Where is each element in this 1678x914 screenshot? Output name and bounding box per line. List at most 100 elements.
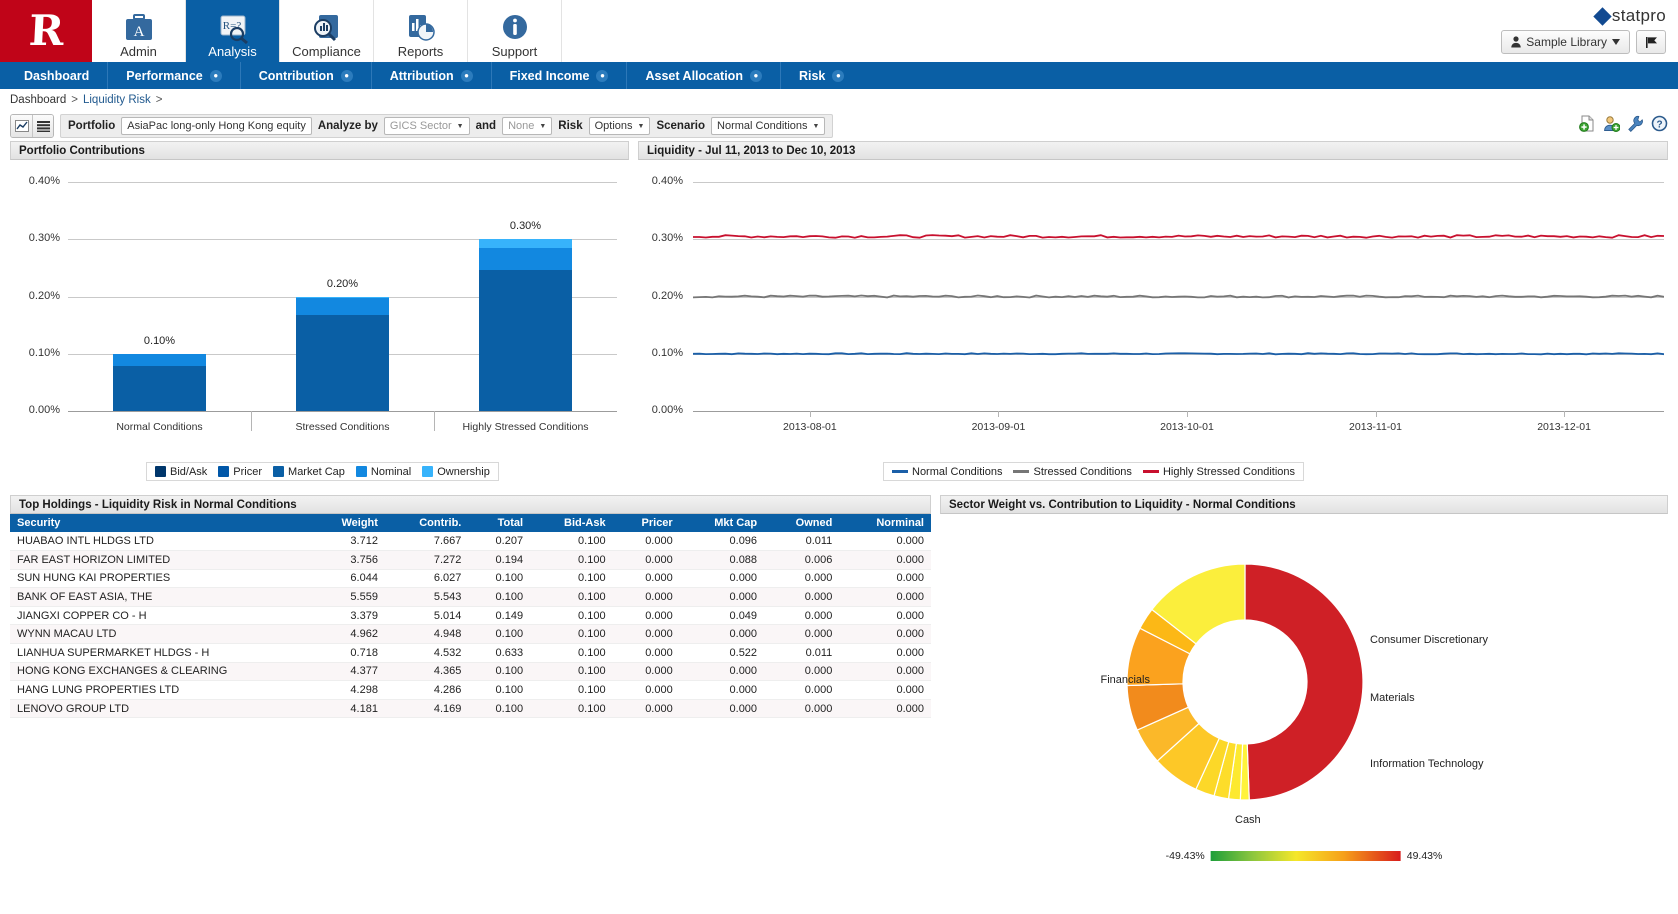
svg-text:?: ? <box>1656 119 1662 130</box>
legend-item[interactable]: Highly Stressed Conditions <box>1143 466 1295 478</box>
table-header-total[interactable]: Total <box>468 514 530 532</box>
breadcrumb-item-dashboard[interactable]: Dashboard <box>10 94 66 106</box>
chevron-down-icon: ● <box>210 70 222 82</box>
panel-title-liquidity: Liquidity - Jul 11, 2013 to Dec 10, 2013 <box>638 141 1668 160</box>
table-header-weight[interactable]: Weight <box>310 514 385 532</box>
table-row[interactable]: SUN HUNG KAI PROPERTIES6.0446.0270.1000.… <box>10 569 931 588</box>
table-cell: 5.543 <box>385 588 468 607</box>
menu-item-asset-allocation[interactable]: Asset Allocation ● <box>627 62 780 89</box>
risk-select[interactable]: Options ▼ <box>589 117 651 135</box>
table-cell: 0.000 <box>839 588 931 607</box>
table-view-button[interactable] <box>32 115 53 137</box>
chevron-down-icon <box>1612 39 1620 45</box>
nav-tile-support[interactable]: Support <box>468 0 562 62</box>
menu-label: Fixed Income <box>510 69 590 83</box>
flag-button[interactable] <box>1636 30 1666 54</box>
nav-tile-analysis[interactable]: R=? Analysis <box>186 0 280 62</box>
table-row[interactable]: HONG KONG EXCHANGES & CLEARING4.3774.365… <box>10 662 931 681</box>
add-document-icon[interactable] <box>1579 115 1596 132</box>
table-cell: 0.000 <box>764 569 839 588</box>
table-cell: 0.100 <box>468 681 530 700</box>
app-header: R A Admin R=? Analysis <box>0 0 1678 62</box>
table-header-pricer[interactable]: Pricer <box>613 514 680 532</box>
table-header-security[interactable]: Security <box>10 514 310 532</box>
menu-item-performance[interactable]: Performance ● <box>108 62 240 89</box>
wrench-icon[interactable] <box>1627 115 1644 132</box>
line-chart-legend: Normal Conditions Stressed Conditions High… <box>883 462 1304 481</box>
menu-item-contribution[interactable]: Contribution ● <box>241 62 372 89</box>
menu-label: Contribution <box>259 69 334 83</box>
x-axis-label: Highly Stressed Conditions <box>436 421 616 433</box>
legend-item[interactable]: Pricer <box>218 466 262 478</box>
table-row[interactable]: BANK OF EAST ASIA, THE5.5595.5430.1000.1… <box>10 588 931 607</box>
liquidity-panel: Liquidity - Jul 11, 2013 to Dec 10, 2013… <box>638 141 1668 489</box>
table-row[interactable]: JIANGXI COPPER CO - H3.3795.0140.1490.10… <box>10 606 931 625</box>
legend-item[interactable]: Normal Conditions <box>892 466 1002 478</box>
bar-column[interactable] <box>113 182 206 411</box>
legend-label: Stressed Conditions <box>1033 466 1131 478</box>
table-row[interactable]: HUABAO INTL HLDGS LTD3.7127.6670.2070.10… <box>10 532 931 551</box>
table-header-row: SecurityWeightContrib.TotalBid-AskPricer… <box>10 514 931 532</box>
table-header-bid-ask[interactable]: Bid-Ask <box>530 514 613 532</box>
y-axis-tick: 0.30% <box>12 232 60 244</box>
chart-view-button[interactable] <box>11 115 32 137</box>
table-cell: 0.000 <box>839 569 931 588</box>
menu-item-fixed-income[interactable]: Fixed Income ● <box>492 62 628 89</box>
table-header-norminal[interactable]: Norminal <box>839 514 931 532</box>
table-header-mkt-cap[interactable]: Mkt Cap <box>680 514 764 532</box>
table-row[interactable]: WYNN MACAU LTD4.9624.9480.1000.1000.0000… <box>10 625 931 644</box>
help-icon[interactable]: ? <box>1651 115 1668 132</box>
table-header-contrib-[interactable]: Contrib. <box>385 514 468 532</box>
line-series-normal-conditions <box>693 353 1664 354</box>
legend-item[interactable]: Market Cap <box>273 466 345 478</box>
and-select[interactable]: None ▼ <box>502 117 552 135</box>
legend-item[interactable]: Nominal <box>356 466 411 478</box>
table-row[interactable]: LIANHUA SUPERMARKET HLDGS - H0.7184.5320… <box>10 644 931 663</box>
table-cell: 0.000 <box>764 662 839 681</box>
bar-column[interactable] <box>296 182 389 411</box>
table-cell: 0.100 <box>468 569 530 588</box>
table-row[interactable]: LENOVO GROUP LTD4.1814.1690.1000.1000.00… <box>10 699 931 718</box>
legend-item[interactable]: Ownership <box>422 466 490 478</box>
scenario-select[interactable]: Normal Conditions ▼ <box>711 117 825 135</box>
legend-swatch <box>218 466 229 477</box>
nav-tile-reports[interactable]: Reports <box>374 0 468 62</box>
breadcrumb-item-liquidity-risk[interactable]: Liquidity Risk <box>83 94 151 106</box>
legend-label: Bid/Ask <box>170 466 207 478</box>
legend-label: Ownership <box>437 466 490 478</box>
legend-item[interactable]: Stressed Conditions <box>1013 466 1131 478</box>
table-cell: HONG KONG EXCHANGES & CLEARING <box>10 662 310 681</box>
portfolio-input[interactable]: AsiaPac long-only Hong Kong equity <box>121 117 312 135</box>
bar-segment-ownership <box>479 239 572 248</box>
menu-item-risk[interactable]: Risk ● <box>781 62 862 89</box>
menu-item-attribution[interactable]: Attribution ● <box>372 62 492 89</box>
chevron-down-icon: ● <box>832 70 844 82</box>
line-chart-icon <box>15 120 29 132</box>
user-menu-button[interactable]: Sample Library <box>1501 30 1630 54</box>
analyze-by-select[interactable]: GICS Sector ▼ <box>384 117 470 135</box>
analyze-by-value: GICS Sector <box>390 120 452 132</box>
risk-label: Risk <box>558 120 582 132</box>
donut-slice[interactable] <box>1245 564 1363 800</box>
table-cell: 0.100 <box>530 588 613 607</box>
table-cell: LIANHUA SUPERMARKET HLDGS - H <box>10 644 310 663</box>
app-logo[interactable]: R <box>0 0 92 62</box>
user-controls: Sample Library <box>1501 30 1666 54</box>
nav-tile-compliance[interactable]: Compliance <box>280 0 374 62</box>
nav-label: Compliance <box>292 45 361 59</box>
color-scale-min: -49.43% <box>1166 850 1205 862</box>
table-row[interactable]: HANG LUNG PROPERTIES LTD4.2984.2860.1000… <box>10 681 931 700</box>
menu-item-dashboard[interactable]: Dashboard <box>6 62 108 89</box>
table-cell: 0.006 <box>764 551 839 570</box>
table-header-owned[interactable]: Owned <box>764 514 839 532</box>
axis-tick <box>1187 411 1188 417</box>
bar-column[interactable] <box>479 182 572 411</box>
donut-svg <box>940 514 1650 864</box>
table-row[interactable]: FAR EAST HORIZON LIMITED3.7567.2720.1940… <box>10 551 931 570</box>
menu-label: Risk <box>799 69 825 83</box>
nav-tile-admin[interactable]: A Admin <box>92 0 186 62</box>
legend-item[interactable]: Bid/Ask <box>155 466 207 478</box>
add-user-icon[interactable] <box>1603 115 1620 132</box>
menu-label: Dashboard <box>24 69 89 83</box>
y-axis-tick: 0.30% <box>638 232 683 244</box>
